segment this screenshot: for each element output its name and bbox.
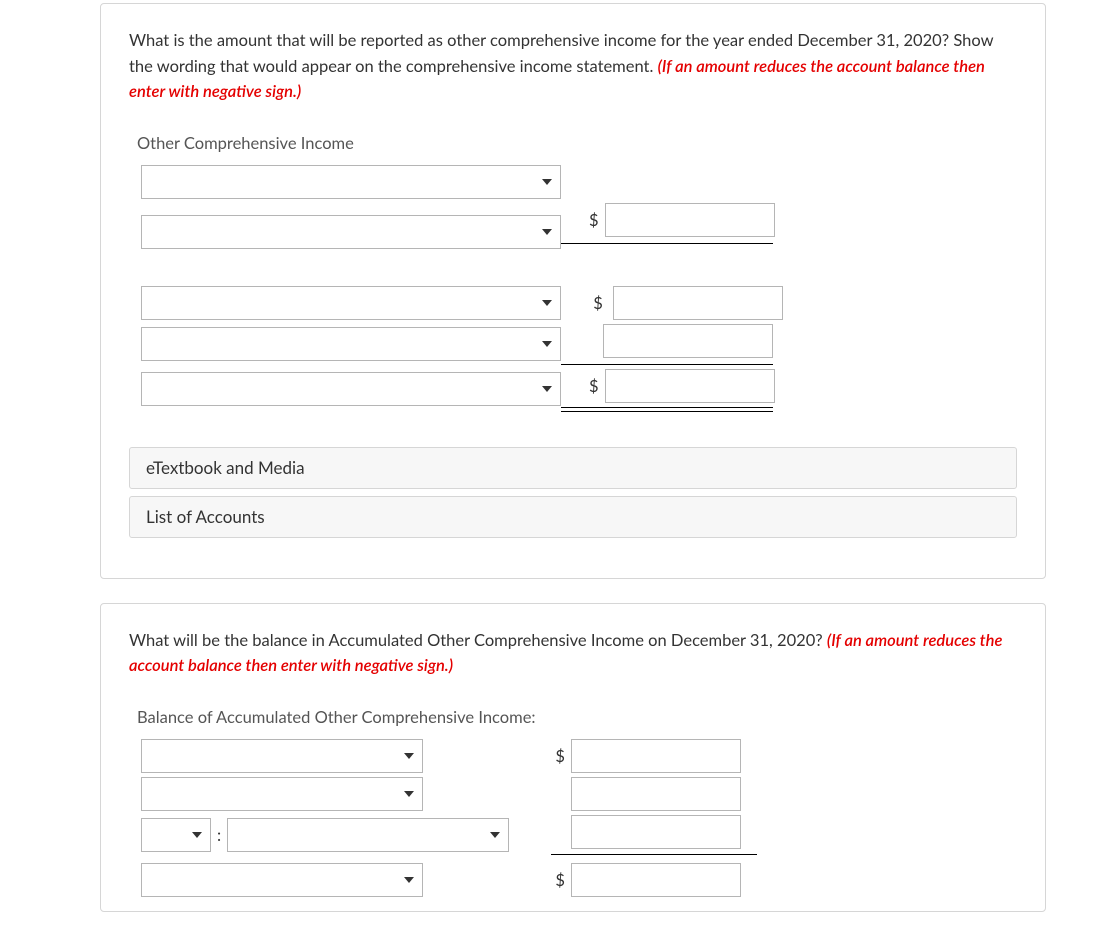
question-1-text: What is the amount that will be reported… — [129, 28, 1017, 105]
q2-amount-2[interactable] — [571, 777, 741, 811]
list-of-accounts-label: List of Accounts — [146, 506, 265, 527]
dollar-sign: $ — [589, 210, 599, 230]
q1-select-3[interactable] — [141, 286, 561, 320]
q1-form: $ $ — [141, 165, 1017, 409]
q1-amount-4[interactable] — [605, 369, 775, 403]
dollar-sign: $ — [589, 376, 599, 396]
question-card-2: What will be the balance in Accumulated … — [100, 603, 1046, 912]
q1-select-1[interactable] — [141, 165, 561, 199]
q1-amount-row-2: $ — [561, 286, 783, 320]
etextbook-panel[interactable]: eTextbook and Media — [129, 447, 1017, 489]
q1-amount-row-4: $ — [561, 369, 773, 409]
q2-section-heading: Balance of Accumulated Other Comprehensi… — [137, 707, 1017, 727]
etextbook-label: eTextbook and Media — [146, 457, 305, 478]
question-card-1: What is the amount that will be reported… — [100, 3, 1046, 579]
q2-select-1[interactable] — [141, 739, 423, 773]
q1-amount-row-3 — [561, 324, 773, 365]
colon: : — [217, 825, 221, 845]
q1-select-5[interactable] — [141, 372, 561, 406]
q1-accordion-group: eTextbook and Media List of Accounts — [129, 447, 1017, 538]
q2-amount-3[interactable] — [571, 815, 741, 849]
q1-select-2[interactable] — [141, 215, 561, 249]
q1-select-4[interactable] — [141, 327, 561, 361]
q2-amount-1[interactable] — [571, 739, 741, 773]
q2-form: $ : — [141, 739, 1017, 897]
dollar-sign: $ — [589, 293, 607, 313]
q1-section-heading: Other Comprehensive Income — [137, 133, 1017, 153]
q1-amount-3[interactable] — [603, 324, 773, 358]
q2-amount-4[interactable] — [571, 863, 741, 897]
q1-amount-2[interactable] — [613, 286, 783, 320]
q2-select-3a[interactable] — [141, 818, 211, 852]
question-2-text: What will be the balance in Accumulated … — [129, 628, 1017, 679]
dollar-sign: $ — [551, 746, 565, 766]
q2-select-4[interactable] — [141, 863, 423, 897]
list-of-accounts-panel[interactable]: List of Accounts — [129, 496, 1017, 538]
q2-select-3b[interactable] — [227, 818, 509, 852]
q1-amount-1[interactable] — [605, 203, 775, 237]
dollar-sign: $ — [551, 870, 565, 890]
q1-amount-row-1: $ — [561, 203, 773, 244]
question-2-prompt: What will be the balance in Accumulated … — [129, 630, 827, 650]
q2-select-2[interactable] — [141, 777, 423, 811]
